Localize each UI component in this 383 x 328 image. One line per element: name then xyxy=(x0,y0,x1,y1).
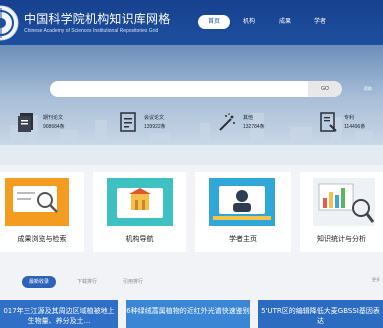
stat-count: 139922条 xyxy=(144,124,166,130)
institution-nav-illustration xyxy=(107,178,173,226)
stat-count: 908684条 xyxy=(43,124,65,130)
site-header: 中国科学院机构知识库网格 Chinese Academy of Sciences… xyxy=(0,0,383,45)
hero-banner: GO 帮助 期刊论文 908684条 会议论文 139922条 其他 13278… xyxy=(0,45,383,165)
knowledge-stats-illustration xyxy=(313,178,375,226)
tab-downloads[interactable]: 下载排行 xyxy=(70,276,104,288)
site-subtitle: Chinese Academy of Sciences Institutiona… xyxy=(24,28,159,34)
news-item[interactable]: 5'UTR区的编辑降低大麦GBSSI基因表达 xyxy=(258,300,383,328)
cas-logo-icon[interactable] xyxy=(0,4,20,42)
card-browse-search[interactable]: 成果浏览与检索 xyxy=(0,172,84,252)
journal-icon xyxy=(18,113,33,132)
nav-institutions[interactable]: 机构 xyxy=(238,15,260,29)
stat-count: 132784条 xyxy=(243,124,265,130)
stat-count: 114496条 xyxy=(344,124,366,130)
nav-achievements[interactable]: 成果 xyxy=(274,15,296,29)
card-label: 机构导航 xyxy=(125,235,154,243)
site-title: 中国科学院机构知识库网格 xyxy=(24,12,171,26)
stat-journal[interactable]: 期刊论文 908684条 xyxy=(17,111,87,133)
news-item[interactable]: 017年三江源及其周边区域植被地上生物量、养分及土... xyxy=(0,300,118,328)
card-scholar-home[interactable]: 学者主页 xyxy=(195,172,291,252)
stat-label: 其他 xyxy=(243,115,254,121)
nav-scholars[interactable]: 学者 xyxy=(309,15,331,29)
card-institution-nav[interactable]: 机构导航 xyxy=(93,172,186,252)
tab-citations[interactable]: 引用排行 xyxy=(116,276,150,288)
card-label: 成果浏览与检索 xyxy=(17,235,67,243)
card-label: 知识统计与分析 xyxy=(317,235,366,243)
card-knowledge-stats[interactable]: 知识统计与分析 xyxy=(300,172,383,252)
stat-label: 专利 xyxy=(344,115,355,121)
search-go-button[interactable]: GO xyxy=(308,81,342,97)
stat-patent[interactable]: 专利 114496条 xyxy=(318,111,380,133)
nav-home[interactable]: 首页 xyxy=(198,15,230,29)
search-input[interactable] xyxy=(50,81,308,97)
stat-label: 期刊论文 xyxy=(43,115,64,121)
stat-conference[interactable]: 会议论文 139922条 xyxy=(118,111,188,133)
more-link[interactable]: 更多 xyxy=(372,277,380,283)
help-link[interactable]: 帮助 xyxy=(364,86,372,92)
conference-icon xyxy=(120,112,136,132)
patent-icon xyxy=(320,112,337,132)
tab-latest[interactable]: 最新收录 xyxy=(22,276,56,288)
stat-label: 会议论文 xyxy=(144,115,165,121)
card-label: 学者主页 xyxy=(229,235,257,243)
other-icon xyxy=(219,113,235,131)
browse-search-illustration xyxy=(5,178,69,226)
stat-other[interactable]: 其他 132784条 xyxy=(217,111,287,133)
scholar-home-illustration xyxy=(209,178,275,226)
news-item[interactable]: 6种绿绒蒿属植物的近红外光谱快速鉴别 xyxy=(126,300,250,328)
